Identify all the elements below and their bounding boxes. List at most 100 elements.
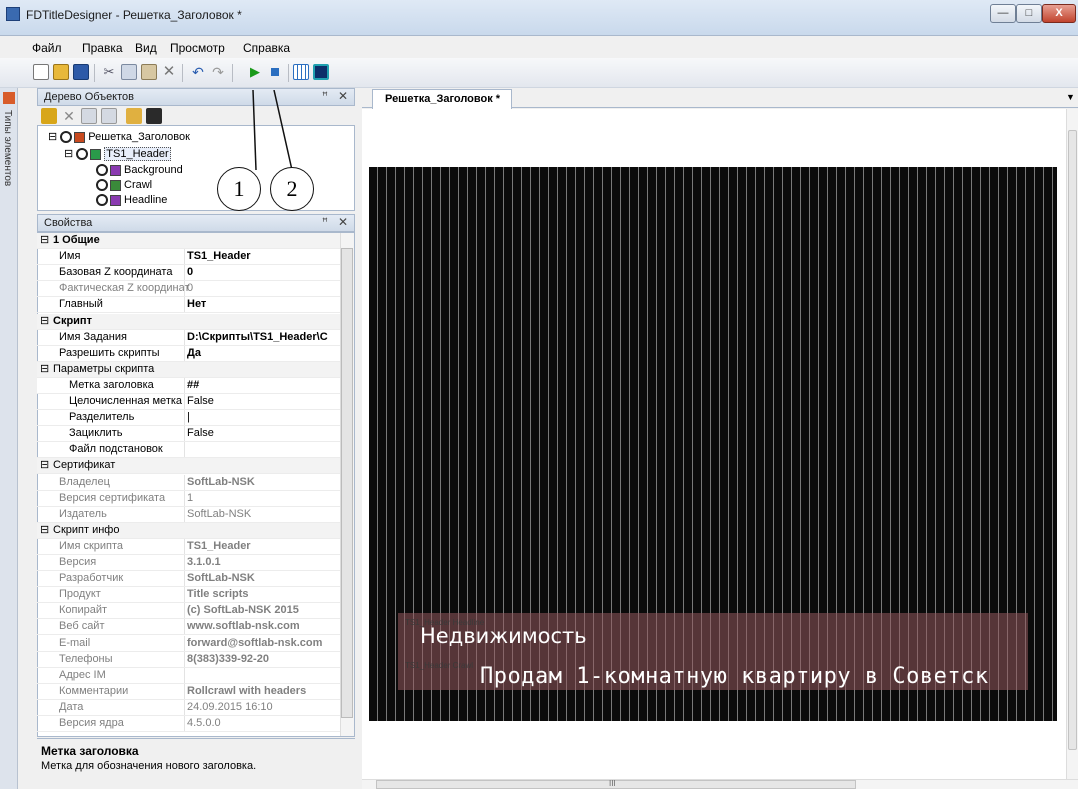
property-row[interactable]: Дата 24.09.2015 16:10 bbox=[37, 699, 340, 716]
property-value[interactable]: 4.5.0.0 bbox=[187, 716, 339, 731]
property-value[interactable]: SoftLab-NSK bbox=[187, 507, 339, 522]
delete-icon[interactable]: ✕ bbox=[161, 64, 177, 80]
property-value[interactable]: forward@softlab-nsk.com bbox=[187, 636, 339, 651]
collapse-icon[interactable]: ⊟ bbox=[40, 314, 49, 329]
property-row[interactable]: Веб сайт www.softlab-nsk.com bbox=[37, 619, 340, 636]
tab-dropdown-icon[interactable]: ▼ bbox=[1066, 92, 1075, 102]
open-folder-icon[interactable] bbox=[53, 64, 69, 80]
redo-icon[interactable]: ↷ bbox=[210, 64, 226, 80]
property-value[interactable]: SoftLab-NSK bbox=[187, 475, 339, 490]
property-category[interactable]: ⊟ Параметры скрипта bbox=[37, 361, 340, 378]
property-row[interactable]: Метка заголовка ## bbox=[37, 377, 340, 394]
headline-text[interactable]: Недвижимость bbox=[420, 624, 587, 648]
remove-object-icon[interactable]: ✕ bbox=[61, 108, 77, 124]
visible-eye-icon[interactable] bbox=[96, 194, 108, 207]
tree-node-ts1-header[interactable]: ⊟ TS1_Header bbox=[64, 147, 171, 161]
property-row[interactable]: Имя TS1_Header bbox=[37, 249, 340, 266]
property-value[interactable]: 8(383)339-92-20 bbox=[187, 652, 339, 667]
property-row[interactable]: Издатель SoftLab-NSK bbox=[37, 506, 340, 523]
close-button[interactable]: X bbox=[1042, 4, 1076, 23]
property-value[interactable]: ## bbox=[187, 378, 339, 393]
collapse-icon[interactable]: ⊟ bbox=[40, 362, 49, 377]
close-panel-icon[interactable]: ✕ bbox=[338, 215, 348, 229]
menu-edit[interactable]: Правка bbox=[82, 41, 123, 55]
property-value[interactable]: Rollcrawl with headers bbox=[187, 684, 339, 699]
minimize-button[interactable]: — bbox=[990, 4, 1016, 23]
property-row[interactable]: Комментарии Rollcrawl with headers bbox=[37, 683, 340, 700]
property-value[interactable]: | bbox=[187, 410, 339, 425]
property-category[interactable]: ⊟ Скрипт bbox=[37, 313, 340, 330]
play-icon[interactable]: ▶ bbox=[247, 64, 263, 80]
property-row[interactable]: Версия 3.1.0.1 bbox=[37, 555, 340, 572]
visible-eye-icon[interactable] bbox=[60, 131, 73, 144]
safe-area-icon[interactable] bbox=[313, 64, 329, 80]
property-row[interactable]: Версия сертификата 1 bbox=[37, 490, 340, 507]
property-row[interactable]: Продукт Title scripts bbox=[37, 587, 340, 604]
property-row[interactable]: Базовая Z координата 0 bbox=[37, 265, 340, 282]
close-panel-icon[interactable]: ✕ bbox=[338, 89, 348, 103]
expander-icon[interactable]: ⊟ bbox=[48, 131, 57, 143]
tree-node-headline[interactable]: Headline bbox=[96, 194, 167, 207]
visible-eye-icon[interactable] bbox=[96, 164, 108, 177]
crawl-text[interactable]: Продам 1-комнатную квартиру в Советск bbox=[480, 664, 989, 689]
import-icon[interactable] bbox=[126, 108, 142, 124]
new-file-icon[interactable] bbox=[33, 64, 49, 80]
property-category[interactable]: ⊟ Сертификат bbox=[37, 458, 340, 475]
property-row[interactable]: Адрес IM bbox=[37, 667, 340, 684]
property-row[interactable]: Разделитель | bbox=[37, 410, 340, 427]
collapse-icon[interactable]: ⊟ bbox=[40, 458, 49, 473]
expander-icon[interactable]: ⊟ bbox=[64, 148, 73, 160]
property-row[interactable]: Файл подстановок bbox=[37, 442, 340, 459]
undo-icon[interactable]: ↶ bbox=[190, 64, 206, 80]
property-row[interactable]: Разрешить скрипты Да bbox=[37, 345, 340, 362]
collapse-icon[interactable]: ⊟ bbox=[40, 523, 49, 538]
move-up-icon[interactable] bbox=[81, 108, 97, 124]
paste-icon[interactable] bbox=[141, 64, 157, 80]
document-tab[interactable]: Решетка_Заголовок * bbox=[372, 89, 512, 109]
property-value[interactable]: 1 bbox=[187, 491, 339, 506]
property-row[interactable]: Версия ядра 4.5.0.0 bbox=[37, 716, 340, 733]
property-row[interactable]: Разработчик SoftLab-NSK bbox=[37, 571, 340, 588]
element-types-tab[interactable] bbox=[0, 88, 18, 789]
maximize-button[interactable]: □ bbox=[1016, 4, 1042, 23]
property-value[interactable]: 0 bbox=[187, 265, 339, 280]
vertical-scroll-thumb[interactable] bbox=[1068, 130, 1077, 750]
property-value[interactable]: www.softlab-nsk.com bbox=[187, 619, 339, 634]
tree-node-root[interactable]: ⊟ Решетка_Заголовок bbox=[48, 130, 190, 144]
property-value[interactable]: SoftLab-NSK bbox=[187, 571, 339, 586]
property-value[interactable]: (c) SoftLab-NSK 2015 bbox=[187, 603, 339, 618]
property-row[interactable]: Целочисленная метка False bbox=[37, 394, 340, 411]
menu-help[interactable]: Справка bbox=[243, 41, 290, 55]
property-value[interactable]: D:\Скрипты\TS1_Header\C bbox=[187, 330, 339, 345]
move-down-icon[interactable] bbox=[101, 108, 117, 124]
property-category[interactable]: ⊟ 1 Общие bbox=[37, 233, 340, 250]
export-icon[interactable] bbox=[146, 108, 162, 124]
properties-scroll-thumb[interactable] bbox=[341, 248, 353, 718]
property-row[interactable]: Зациклить False bbox=[37, 426, 340, 443]
property-row[interactable]: Копирайт (c) SoftLab-NSK 2015 bbox=[37, 603, 340, 620]
menu-preview[interactable]: Просмотр bbox=[170, 41, 225, 55]
property-row[interactable]: E-mail forward@softlab-nsk.com bbox=[37, 635, 340, 652]
property-row[interactable]: Главный Нет bbox=[37, 297, 340, 314]
add-object-icon[interactable] bbox=[41, 108, 57, 124]
pin-icon[interactable]: ꟸ bbox=[322, 217, 328, 228]
pin-icon[interactable]: ꟸ bbox=[322, 91, 328, 102]
grid-toggle-icon[interactable] bbox=[293, 64, 309, 80]
property-row[interactable]: Фактическая Z координат 0 bbox=[37, 281, 340, 298]
property-value[interactable]: Да bbox=[187, 346, 339, 361]
tree-node-background[interactable]: Background bbox=[96, 164, 183, 177]
copy-icon[interactable] bbox=[121, 64, 137, 80]
property-row[interactable]: Телефоны 8(383)339-92-20 bbox=[37, 651, 340, 668]
property-value[interactable]: TS1_Header bbox=[187, 249, 339, 264]
property-value[interactable]: 3.1.0.1 bbox=[187, 555, 339, 570]
property-category[interactable]: ⊟ Скрипт инфо bbox=[37, 522, 340, 539]
visible-eye-icon[interactable] bbox=[96, 179, 108, 192]
menu-view[interactable]: Вид bbox=[135, 41, 157, 55]
property-value[interactable]: 24.09.2015 16:10 bbox=[187, 700, 339, 715]
property-row[interactable]: Владелец SoftLab-NSK bbox=[37, 474, 340, 491]
property-value[interactable]: TS1_Header bbox=[187, 539, 339, 554]
property-row[interactable]: Имя Задания D:\Скрипты\TS1_Header\C bbox=[37, 329, 340, 346]
cut-icon[interactable]: ✂ bbox=[101, 64, 117, 80]
stop-icon[interactable] bbox=[267, 64, 283, 80]
property-value[interactable]: Нет bbox=[187, 297, 339, 312]
